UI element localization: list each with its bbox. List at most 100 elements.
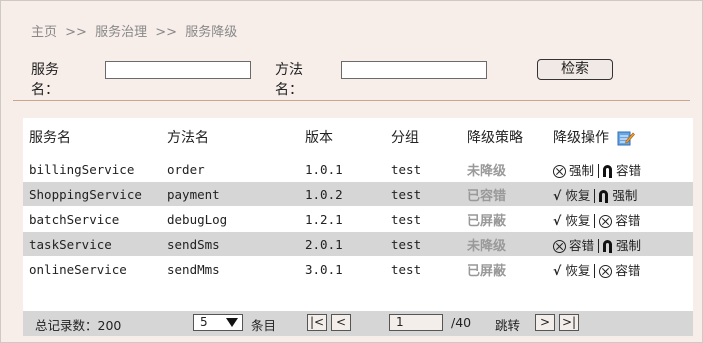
operation-separator xyxy=(598,239,600,253)
operation-link[interactable]: 容错 xyxy=(553,238,594,253)
strategy-status-cell: 已容错 xyxy=(461,181,547,207)
table-row: billingService order 1.0.1 test 未降级 强制 容错 xyxy=(23,156,693,182)
operation-label: 强制 xyxy=(569,162,595,178)
operation-label: 容错 xyxy=(616,162,642,178)
service-name-label: 服务名： xyxy=(31,62,59,98)
pagination-bar: 总记录数：200 5 条目 |< < 1 /40 跳转 > >| xyxy=(23,311,693,336)
col-header-method: 方法名 xyxy=(161,118,299,157)
operation-cell: 强制 容错 xyxy=(547,156,693,182)
service-name-cell: billingService xyxy=(23,156,161,182)
col-header-operation-label: 降级操作 xyxy=(553,130,609,146)
operation-label: 容错 xyxy=(615,212,641,228)
operation-label: 恢复 xyxy=(565,262,591,278)
operation-label: 强制 xyxy=(612,187,638,203)
method-name-cell: sendMms xyxy=(161,256,299,281)
strategy-status-cell: 未降级 xyxy=(461,231,547,257)
check-icon: √ xyxy=(553,187,562,203)
bolt-icon xyxy=(603,240,613,253)
version-cell: 1.0.2 xyxy=(299,181,385,207)
service-name-cell: taskService xyxy=(23,231,161,257)
method-name-cell: payment xyxy=(161,181,299,207)
group-cell: test xyxy=(385,206,461,232)
breadcrumb: 主页 >> 服务治理 >> 服务降级 xyxy=(31,21,241,40)
check-icon: √ xyxy=(553,212,562,228)
operation-link[interactable]: √ 恢复 xyxy=(553,213,590,228)
operation-separator xyxy=(598,164,600,178)
group-cell: test xyxy=(385,256,461,281)
operation-cell: 容错 强制 xyxy=(547,231,693,257)
method-name-input[interactable] xyxy=(341,61,487,79)
table-row: taskService sendSms 2.0.1 test 未降级 容错 强制 xyxy=(23,231,693,257)
operation-link[interactable]: 容错 xyxy=(599,213,640,228)
version-cell: 3.0.1 xyxy=(299,256,385,281)
operation-cell: √ 恢复 容错 xyxy=(547,256,693,281)
col-header-group: 分组 xyxy=(385,118,461,157)
service-name-cell: batchService xyxy=(23,206,161,232)
table-row: onlineService sendMms 3.0.1 test 已屏蔽 √ 恢复 容错 xyxy=(23,256,693,281)
bolt-icon xyxy=(599,190,609,203)
service-name-cell: ShoppingService xyxy=(23,181,161,207)
last-page-button[interactable]: >| xyxy=(559,314,579,331)
method-name-cell: debugLog xyxy=(161,206,299,232)
service-degrade-page: 主页 >> 服务治理 >> 服务降级 服务名： 方法名： 检索 服务名 方法名 … xyxy=(0,0,703,343)
circle-x-icon xyxy=(599,264,613,278)
circle-x-icon xyxy=(553,164,566,178)
operation-link[interactable]: 强制 xyxy=(599,188,637,203)
operation-link[interactable]: 强制 xyxy=(603,238,641,253)
breadcrumb-separator: >> xyxy=(155,25,178,40)
search-button[interactable]: 检索 xyxy=(537,59,613,80)
operation-label: 容错 xyxy=(615,262,641,278)
service-name-input[interactable] xyxy=(105,61,251,79)
strategy-status-cell: 已屏蔽 xyxy=(461,256,547,281)
next-page-button[interactable]: > xyxy=(535,314,555,331)
operation-label: 恢复 xyxy=(565,187,591,203)
breadcrumb-separator: >> xyxy=(65,25,87,40)
circle-x-icon xyxy=(599,214,613,228)
first-page-button[interactable]: |< xyxy=(307,314,327,331)
group-cell: test xyxy=(385,156,461,182)
page-size-select[interactable]: 5 xyxy=(193,314,243,331)
operation-cell: √ 恢复 容错 xyxy=(547,206,693,232)
operation-link[interactable]: 强制 xyxy=(553,163,594,178)
page-size-unit: 条目 xyxy=(251,318,277,333)
dropdown-arrow-icon xyxy=(226,318,238,327)
table-row: batchService debugLog 1.2.1 test 已屏蔽 √ 恢复 容错 xyxy=(23,206,693,232)
bolt-icon xyxy=(603,165,613,178)
table-row: ShoppingService payment 1.0.2 test 已容错 √ 恢复 强制 xyxy=(23,181,693,207)
operation-separator xyxy=(594,264,596,278)
col-header-version: 版本 xyxy=(299,118,385,157)
page-size-value: 5 xyxy=(200,315,208,329)
operation-link[interactable]: 容错 xyxy=(603,163,641,178)
prev-page-button[interactable]: < xyxy=(331,314,351,331)
operation-cell: √ 恢复 强制 xyxy=(547,181,693,207)
service-name-cell: onlineService xyxy=(23,256,161,281)
col-header-strategy: 降级策略 xyxy=(461,118,547,157)
operation-link[interactable]: 容错 xyxy=(599,263,640,278)
degrade-table: 服务名 方法名 版本 分组 降级策略 降级操作 billingService o… xyxy=(23,118,693,336)
method-name-label: 方法名： xyxy=(275,62,303,98)
divider xyxy=(13,100,690,101)
operation-link[interactable]: √ 恢复 xyxy=(553,188,590,203)
version-cell: 1.0.1 xyxy=(299,156,385,182)
strategy-status-cell: 未降级 xyxy=(461,156,547,182)
breadcrumb-service-governance[interactable]: 服务治理 xyxy=(95,25,147,40)
breadcrumb-home[interactable]: 主页 xyxy=(31,25,57,40)
method-name-cell: order xyxy=(161,156,299,182)
operation-separator xyxy=(594,214,596,228)
operation-label: 强制 xyxy=(616,237,642,253)
version-cell: 2.0.1 xyxy=(299,231,385,257)
group-cell: test xyxy=(385,181,461,207)
total-pages: /40 xyxy=(451,315,472,330)
jump-label: 跳转 xyxy=(495,318,521,333)
current-page-input[interactable]: 1 xyxy=(389,314,443,331)
edit-icon[interactable] xyxy=(617,130,636,146)
total-records: 总记录数：200 xyxy=(35,318,122,333)
operation-label: 容错 xyxy=(569,237,595,253)
method-name-cell: sendSms xyxy=(161,231,299,257)
col-header-operation: 降级操作 xyxy=(547,118,693,157)
strategy-status-cell: 已屏蔽 xyxy=(461,206,547,232)
col-header-service: 服务名 xyxy=(23,118,161,157)
version-cell: 1.2.1 xyxy=(299,206,385,232)
operation-link[interactable]: √ 恢复 xyxy=(553,263,590,278)
check-icon: √ xyxy=(553,262,562,278)
